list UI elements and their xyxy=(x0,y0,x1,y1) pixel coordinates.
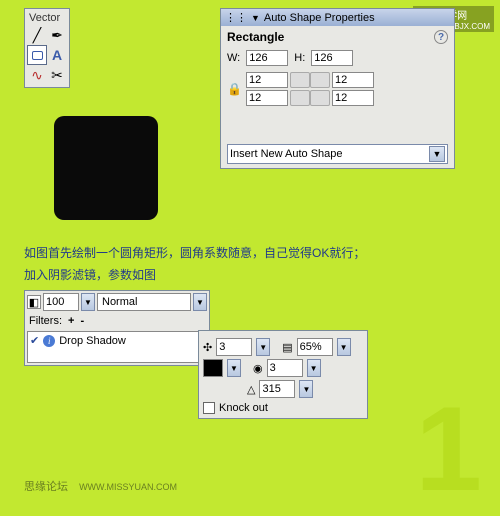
filters-panel: ◧ ▼ Normal ▼ Filters: + - ✔ i Drop Shado… xyxy=(24,290,210,366)
angle-dd-icon[interactable]: ▼ xyxy=(299,380,313,398)
shadow-opacity-input[interactable] xyxy=(297,338,333,356)
corner-br-icon[interactable] xyxy=(310,90,330,106)
width-input[interactable] xyxy=(246,50,288,66)
distance-input[interactable] xyxy=(216,338,252,356)
auto-shape-properties-panel: ⋮⋮ ▼ Auto Shape Properties Rectangle ? W… xyxy=(220,8,455,169)
knockout-label: Knock out xyxy=(219,402,268,414)
softness-icon: ◉ xyxy=(253,362,263,375)
remove-filter-button[interactable]: - xyxy=(80,315,84,327)
check-icon: ✔ xyxy=(30,334,39,347)
line-tool-icon[interactable]: ╱ xyxy=(27,25,47,45)
color-dd-icon[interactable]: ▼ xyxy=(227,359,241,377)
corner-bl-icon[interactable] xyxy=(290,90,310,106)
corner-tl-input[interactable] xyxy=(246,72,288,88)
freeform-tool-icon[interactable]: ∿ xyxy=(27,65,47,85)
angle-icon: △ xyxy=(247,383,255,396)
instruction-line1: 如图首先绘制一个圆角矩形，圆角系数随意，自己觉得OK就行； xyxy=(24,244,365,261)
filter-item-drop-shadow[interactable]: ✔ i Drop Shadow xyxy=(30,334,204,347)
instruction-line2: 加入阴影滤镜，参数如图 xyxy=(24,266,156,283)
angle-input[interactable] xyxy=(259,380,295,398)
text-tool-icon[interactable]: A xyxy=(47,45,67,65)
shadow-opacity-dd-icon[interactable]: ▼ xyxy=(337,338,351,356)
rectangle-tool-icon[interactable] xyxy=(27,45,47,65)
blend-dropdown-icon[interactable]: ▼ xyxy=(193,293,207,311)
add-filter-button[interactable]: + xyxy=(68,315,74,327)
knife-tool-icon[interactable]: ✂ xyxy=(47,65,67,85)
grip-icon: ⋮⋮ xyxy=(225,11,247,24)
insert-shape-dropdown[interactable]: Insert New Auto Shape ▼ xyxy=(227,144,448,164)
vector-title: Vector xyxy=(27,11,67,25)
blend-mode-dropdown[interactable]: Normal xyxy=(97,293,191,311)
corner-br-input[interactable] xyxy=(332,90,374,106)
opacity-input[interactable] xyxy=(43,293,79,311)
pen-tool-icon[interactable]: ✒ xyxy=(47,25,67,45)
distance-dd-icon[interactable]: ▼ xyxy=(256,338,270,356)
shape-name-label: Rectangle xyxy=(227,30,284,44)
height-input[interactable] xyxy=(311,50,353,66)
step-number: 1 xyxy=(415,398,482,500)
knockout-checkbox[interactable] xyxy=(203,402,215,414)
info-icon[interactable]: i xyxy=(43,335,55,347)
panel-title-label: Auto Shape Properties xyxy=(264,12,375,24)
opacity-icon: ◧ xyxy=(27,295,41,309)
rounded-rectangle-preview xyxy=(54,116,158,220)
filter-name-label: Drop Shadow xyxy=(59,335,126,347)
drop-shadow-settings: ✣ ▼ ▤ ▼ ▼ ◉ ▼ △ ▼ Knock out xyxy=(198,330,368,419)
collapse-icon[interactable]: ▼ xyxy=(251,13,260,23)
width-label: W: xyxy=(227,52,240,64)
softness-dd-icon[interactable]: ▼ xyxy=(307,359,321,377)
corner-bl-input[interactable] xyxy=(246,90,288,106)
insert-label: Insert New Auto Shape xyxy=(230,148,343,160)
help-icon[interactable]: ? xyxy=(434,30,448,44)
vector-toolbox: Vector ╱ ✒ A ∿ ✂ xyxy=(24,8,70,88)
corner-tl-icon[interactable] xyxy=(290,72,310,88)
opacity-icon2: ▤ xyxy=(282,341,292,354)
dropdown-icon[interactable]: ▼ xyxy=(429,146,445,162)
watermark-bottom: 思缘论坛 WWW.MISSYUAN.COM xyxy=(24,478,177,494)
filter-list[interactable]: ✔ i Drop Shadow xyxy=(27,331,207,363)
color-swatch[interactable] xyxy=(203,359,223,377)
lock-icon[interactable]: 🔒 xyxy=(227,82,242,96)
distance-icon: ✣ xyxy=(203,341,212,354)
opacity-dropdown-icon[interactable]: ▼ xyxy=(81,293,95,311)
softness-input[interactable] xyxy=(267,359,303,377)
panel-titlebar[interactable]: ⋮⋮ ▼ Auto Shape Properties xyxy=(221,9,454,26)
corner-tr-icon[interactable] xyxy=(310,72,330,88)
filters-label: Filters: xyxy=(29,315,62,327)
height-label: H: xyxy=(294,52,305,64)
corner-tr-input[interactable] xyxy=(332,72,374,88)
